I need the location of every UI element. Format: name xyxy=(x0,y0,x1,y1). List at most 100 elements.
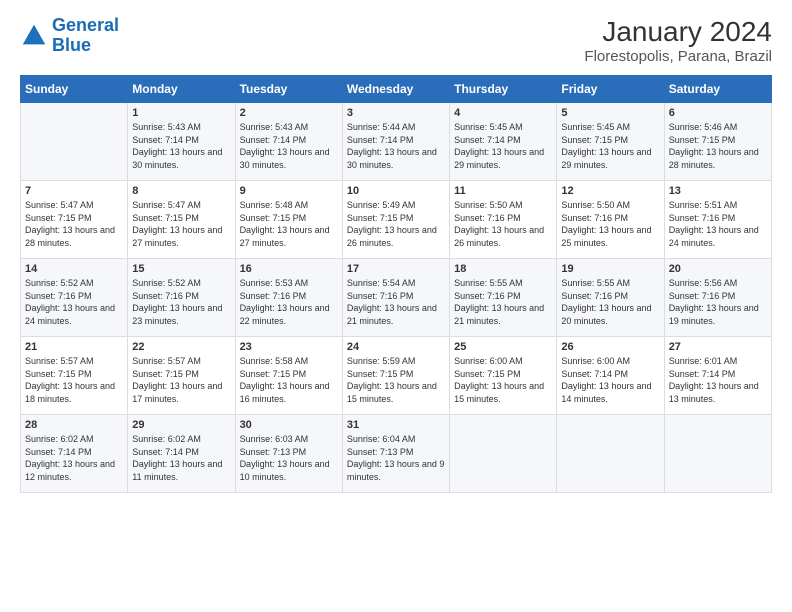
col-sunday: Sunday xyxy=(21,76,128,103)
day-number: 1 xyxy=(132,107,230,119)
cell-content: Sunrise: 5:48 AMSunset: 7:15 PMDaylight:… xyxy=(240,199,338,249)
calendar-cell: 10 Sunrise: 5:49 AMSunset: 7:15 PMDayligh… xyxy=(342,181,449,259)
day-number: 12 xyxy=(561,185,659,197)
day-number: 10 xyxy=(347,185,445,197)
calendar-cell: 15Sunrise: 5:52 AMSunset: 7:16 PMDayligh… xyxy=(128,259,235,337)
cell-content: Sunrise: 5:49 AMSunset: 7:15 PMDaylight:… xyxy=(347,199,445,249)
day-number: 11 xyxy=(454,185,552,197)
calendar-cell: 3Sunrise: 5:44 AMSunset: 7:14 PMDaylight… xyxy=(342,103,449,181)
col-friday: Friday xyxy=(557,76,664,103)
calendar-cell: 18 Sunrise: 5:55 AMSunset: 7:16 PMDayligh… xyxy=(450,259,557,337)
cell-content: Sunrise: 5:54 AMSunset: 7:16 PMDaylight:… xyxy=(347,277,445,327)
calendar-cell: 28 Sunrise: 6:02 AMSunset: 7:14 PMDayligh… xyxy=(21,415,128,493)
logo: General Blue xyxy=(20,16,119,56)
week-row-4: 28 Sunrise: 6:02 AMSunset: 7:14 PMDayligh… xyxy=(21,415,772,493)
day-number: 20 xyxy=(669,263,767,275)
day-number: 17 xyxy=(347,263,445,275)
calendar-cell: 9Sunrise: 5:48 AMSunset: 7:15 PMDaylight… xyxy=(235,181,342,259)
day-number: 18 xyxy=(454,263,552,275)
day-number: 29 xyxy=(132,419,230,431)
cell-content: Sunrise: 6:00 AMSunset: 7:14 PMDaylight:… xyxy=(561,355,659,405)
day-number: 7 xyxy=(25,185,123,197)
cell-content: Sunrise: 5:51 AMSunset: 7:16 PMDaylight:… xyxy=(669,199,767,249)
calendar-cell: 22Sunrise: 5:57 AMSunset: 7:15 PMDayligh… xyxy=(128,337,235,415)
week-row-1: 7 Sunrise: 5:47 AMSunset: 7:15 PMDaylight… xyxy=(21,181,772,259)
calendar-cell: 24 Sunrise: 5:59 AMSunset: 7:15 PMDayligh… xyxy=(342,337,449,415)
day-number: 21 xyxy=(25,341,123,353)
col-tuesday: Tuesday xyxy=(235,76,342,103)
cell-content: Sunrise: 5:53 AMSunset: 7:16 PMDaylight:… xyxy=(240,277,338,327)
calendar-cell xyxy=(450,415,557,493)
day-number: 8 xyxy=(132,185,230,197)
header: General Blue January 2024 Florestopolis,… xyxy=(20,16,772,65)
cell-content: Sunrise: 5:45 AMSunset: 7:14 PMDaylight:… xyxy=(454,121,552,171)
cell-content: Sunrise: 5:57 AMSunset: 7:15 PMDaylight:… xyxy=(25,355,123,405)
day-number: 14 xyxy=(25,263,123,275)
day-number: 6 xyxy=(669,107,767,119)
cell-content: Sunrise: 6:03 AMSunset: 7:13 PMDaylight:… xyxy=(240,433,338,483)
logo-icon xyxy=(20,22,48,50)
calendar-cell: 7 Sunrise: 5:47 AMSunset: 7:15 PMDaylight… xyxy=(21,181,128,259)
day-number: 16 xyxy=(240,263,338,275)
week-row-0: 1 Sunrise: 5:43 AMSunset: 7:14 PMDaylight… xyxy=(21,103,772,181)
calendar-cell xyxy=(21,103,128,181)
calendar-cell: 13 Sunrise: 5:51 AMSunset: 7:16 PMDayligh… xyxy=(664,181,771,259)
cell-content: Sunrise: 5:47 AMSunset: 7:15 PMDaylight:… xyxy=(25,199,123,249)
day-number: 13 xyxy=(669,185,767,197)
cell-content: Sunrise: 6:02 AMSunset: 7:14 PMDaylight:… xyxy=(132,433,230,483)
title-block: January 2024 Florestopolis, Parana, Braz… xyxy=(584,16,772,65)
header-row: Sunday Monday Tuesday Wednesday Thursday… xyxy=(21,76,772,103)
day-number: 23 xyxy=(240,341,338,353)
calendar-cell xyxy=(664,415,771,493)
calendar-cell: 16 Sunrise: 5:53 AMSunset: 7:16 PMDayligh… xyxy=(235,259,342,337)
calendar-cell: 5 Sunrise: 5:45 AMSunset: 7:15 PMDaylight… xyxy=(557,103,664,181)
cell-content: Sunrise: 5:52 AMSunset: 7:16 PMDaylight:… xyxy=(132,277,230,327)
day-number: 22 xyxy=(132,341,230,353)
day-number: 5 xyxy=(561,107,659,119)
day-number: 3 xyxy=(347,107,445,119)
calendar-subtitle: Florestopolis, Parana, Brazil xyxy=(584,48,772,65)
day-number: 30 xyxy=(240,419,338,431)
cell-content: Sunrise: 5:50 AMSunset: 7:16 PMDaylight:… xyxy=(454,199,552,249)
col-saturday: Saturday xyxy=(664,76,771,103)
calendar-cell: 26 Sunrise: 6:00 AMSunset: 7:14 PMDayligh… xyxy=(557,337,664,415)
calendar-cell: 21 Sunrise: 5:57 AMSunset: 7:15 PMDayligh… xyxy=(21,337,128,415)
day-number: 28 xyxy=(25,419,123,431)
calendar-table: Sunday Monday Tuesday Wednesday Thursday… xyxy=(20,75,772,493)
cell-content: Sunrise: 5:46 AMSunset: 7:15 PMDaylight:… xyxy=(669,121,767,171)
cell-content: Sunrise: 6:01 AMSunset: 7:14 PMDaylight:… xyxy=(669,355,767,405)
cell-content: Sunrise: 5:55 AMSunset: 7:16 PMDaylight:… xyxy=(561,277,659,327)
cell-content: Sunrise: 5:43 AMSunset: 7:14 PMDaylight:… xyxy=(240,121,338,171)
day-number: 25 xyxy=(454,341,552,353)
week-row-2: 14 Sunrise: 5:52 AMSunset: 7:16 PMDayligh… xyxy=(21,259,772,337)
day-number: 24 xyxy=(347,341,445,353)
cell-content: Sunrise: 6:02 AMSunset: 7:14 PMDaylight:… xyxy=(25,433,123,483)
cell-content: Sunrise: 5:59 AMSunset: 7:15 PMDaylight:… xyxy=(347,355,445,405)
calendar-cell: 25 Sunrise: 6:00 AMSunset: 7:15 PMDayligh… xyxy=(450,337,557,415)
calendar-cell: 6 Sunrise: 5:46 AMSunset: 7:15 PMDaylight… xyxy=(664,103,771,181)
cell-content: Sunrise: 5:45 AMSunset: 7:15 PMDaylight:… xyxy=(561,121,659,171)
cell-content: Sunrise: 5:56 AMSunset: 7:16 PMDaylight:… xyxy=(669,277,767,327)
logo-text: General Blue xyxy=(52,16,119,56)
calendar-cell: 12 Sunrise: 5:50 AMSunset: 7:16 PMDayligh… xyxy=(557,181,664,259)
day-number: 27 xyxy=(669,341,767,353)
calendar-cell: 2 Sunrise: 5:43 AMSunset: 7:14 PMDaylight… xyxy=(235,103,342,181)
cell-content: Sunrise: 6:04 AMSunset: 7:13 PMDaylight:… xyxy=(347,433,445,483)
calendar-cell: 14 Sunrise: 5:52 AMSunset: 7:16 PMDayligh… xyxy=(21,259,128,337)
cell-content: Sunrise: 5:43 AMSunset: 7:14 PMDaylight:… xyxy=(132,121,230,171)
cell-content: Sunrise: 5:55 AMSunset: 7:16 PMDaylight:… xyxy=(454,277,552,327)
cell-content: Sunrise: 6:00 AMSunset: 7:15 PMDaylight:… xyxy=(454,355,552,405)
day-number: 26 xyxy=(561,341,659,353)
calendar-cell xyxy=(557,415,664,493)
page: General Blue January 2024 Florestopolis,… xyxy=(0,0,792,503)
cell-content: Sunrise: 5:50 AMSunset: 7:16 PMDaylight:… xyxy=(561,199,659,249)
day-number: 2 xyxy=(240,107,338,119)
calendar-cell: 4 Sunrise: 5:45 AMSunset: 7:14 PMDaylight… xyxy=(450,103,557,181)
calendar-cell: 1 Sunrise: 5:43 AMSunset: 7:14 PMDaylight… xyxy=(128,103,235,181)
day-number: 4 xyxy=(454,107,552,119)
cell-content: Sunrise: 5:52 AMSunset: 7:16 PMDaylight:… xyxy=(25,277,123,327)
calendar-cell: 11 Sunrise: 5:50 AMSunset: 7:16 PMDayligh… xyxy=(450,181,557,259)
calendar-cell: 20 Sunrise: 5:56 AMSunset: 7:16 PMDayligh… xyxy=(664,259,771,337)
day-number: 31 xyxy=(347,419,445,431)
cell-content: Sunrise: 5:58 AMSunset: 7:15 PMDaylight:… xyxy=(240,355,338,405)
